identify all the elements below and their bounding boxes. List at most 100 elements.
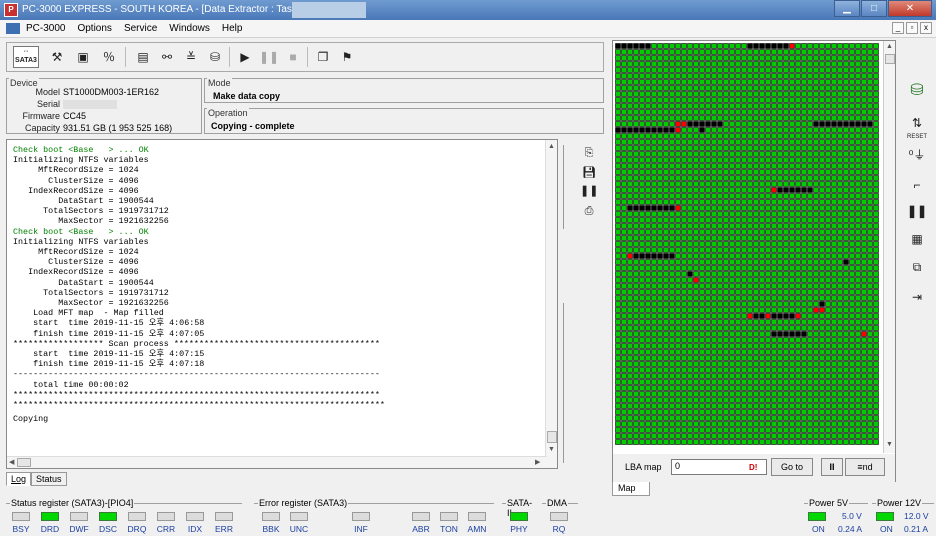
lba-block[interactable] <box>729 133 735 139</box>
lba-block[interactable] <box>801 295 807 301</box>
lba-block[interactable] <box>657 103 663 109</box>
zero-power-icon[interactable]: ⁰⏚ <box>904 144 930 166</box>
lba-block[interactable] <box>849 391 855 397</box>
lba-block[interactable] <box>663 217 669 223</box>
lba-block[interactable] <box>789 103 795 109</box>
lba-block[interactable] <box>861 157 867 163</box>
lba-block[interactable] <box>849 193 855 199</box>
lba-block[interactable] <box>771 325 777 331</box>
lba-block[interactable] <box>777 205 783 211</box>
lba-block[interactable] <box>669 379 675 385</box>
lba-block[interactable] <box>747 343 753 349</box>
lba-block[interactable] <box>675 61 681 67</box>
lba-block[interactable] <box>699 85 705 91</box>
lba-block[interactable] <box>747 265 753 271</box>
lba-block[interactable] <box>723 121 729 127</box>
lba-block[interactable] <box>783 301 789 307</box>
lba-block[interactable] <box>777 223 783 229</box>
lba-block[interactable] <box>873 427 879 433</box>
lba-block[interactable] <box>819 49 825 55</box>
lba-block[interactable] <box>765 241 771 247</box>
lba-block[interactable] <box>819 115 825 121</box>
lba-block[interactable] <box>753 211 759 217</box>
lba-block[interactable] <box>795 385 801 391</box>
lba-block[interactable] <box>795 313 801 319</box>
lba-block[interactable] <box>795 235 801 241</box>
lba-block[interactable] <box>741 379 747 385</box>
lba-block[interactable] <box>789 133 795 139</box>
lba-block[interactable] <box>699 91 705 97</box>
lba-block[interactable] <box>675 205 681 211</box>
lba-block[interactable] <box>849 343 855 349</box>
lba-block[interactable] <box>705 223 711 229</box>
lba-block[interactable] <box>639 301 645 307</box>
lba-block[interactable] <box>861 367 867 373</box>
lba-block[interactable] <box>807 223 813 229</box>
lba-block[interactable] <box>681 433 687 439</box>
lba-block[interactable] <box>771 421 777 427</box>
lba-block[interactable] <box>645 127 651 133</box>
lba-block[interactable] <box>753 301 759 307</box>
menu-pc3000[interactable]: PC-3000 <box>26 23 65 34</box>
lba-block[interactable] <box>711 271 717 277</box>
lba-block[interactable] <box>855 79 861 85</box>
lba-block[interactable] <box>861 127 867 133</box>
lba-block[interactable] <box>861 385 867 391</box>
lba-block[interactable] <box>747 199 753 205</box>
lba-block[interactable] <box>795 199 801 205</box>
lba-block[interactable] <box>633 163 639 169</box>
lba-block[interactable] <box>639 43 645 49</box>
lba-block[interactable] <box>657 277 663 283</box>
lba-block[interactable] <box>627 55 633 61</box>
lba-block[interactable] <box>741 217 747 223</box>
lba-block[interactable] <box>861 211 867 217</box>
lba-block[interactable] <box>771 331 777 337</box>
lba-block[interactable] <box>615 253 621 259</box>
lba-block[interactable] <box>837 199 843 205</box>
lba-block[interactable] <box>825 331 831 337</box>
lba-block[interactable] <box>837 403 843 409</box>
lba-block[interactable] <box>825 67 831 73</box>
lba-block[interactable] <box>777 391 783 397</box>
lba-block[interactable] <box>855 301 861 307</box>
lba-block[interactable] <box>855 433 861 439</box>
lba-block[interactable] <box>615 229 621 235</box>
lba-block[interactable] <box>849 103 855 109</box>
lba-block[interactable] <box>699 127 705 133</box>
lba-block[interactable] <box>711 361 717 367</box>
minimize-button[interactable]: ▁ <box>834 0 860 17</box>
lba-block[interactable] <box>681 373 687 379</box>
lba-block[interactable] <box>717 43 723 49</box>
lba-block[interactable] <box>735 199 741 205</box>
lba-block[interactable] <box>849 349 855 355</box>
lba-block[interactable] <box>699 49 705 55</box>
lba-block[interactable] <box>831 331 837 337</box>
lba-block[interactable] <box>861 145 867 151</box>
lba-block[interactable] <box>795 427 801 433</box>
lba-block[interactable] <box>783 139 789 145</box>
lba-block[interactable] <box>831 97 837 103</box>
lba-block[interactable] <box>789 91 795 97</box>
lba-block[interactable] <box>717 79 723 85</box>
lba-block[interactable] <box>639 247 645 253</box>
lba-block[interactable] <box>699 43 705 49</box>
lba-block[interactable] <box>675 235 681 241</box>
lba-block[interactable] <box>657 151 663 157</box>
lba-block[interactable] <box>651 109 657 115</box>
lba-block[interactable] <box>753 391 759 397</box>
lba-block[interactable] <box>651 355 657 361</box>
lba-block[interactable] <box>831 265 837 271</box>
lba-block[interactable] <box>753 241 759 247</box>
lba-block[interactable] <box>759 241 765 247</box>
lba-block[interactable] <box>729 115 735 121</box>
lba-block[interactable] <box>783 217 789 223</box>
lba-block[interactable] <box>747 169 753 175</box>
lba-block[interactable] <box>777 103 783 109</box>
lba-block[interactable] <box>837 391 843 397</box>
lba-block[interactable] <box>795 175 801 181</box>
lba-block[interactable] <box>627 199 633 205</box>
lba-block[interactable] <box>669 133 675 139</box>
lba-block[interactable] <box>777 121 783 127</box>
lba-block[interactable] <box>867 391 873 397</box>
lba-block[interactable] <box>795 145 801 151</box>
